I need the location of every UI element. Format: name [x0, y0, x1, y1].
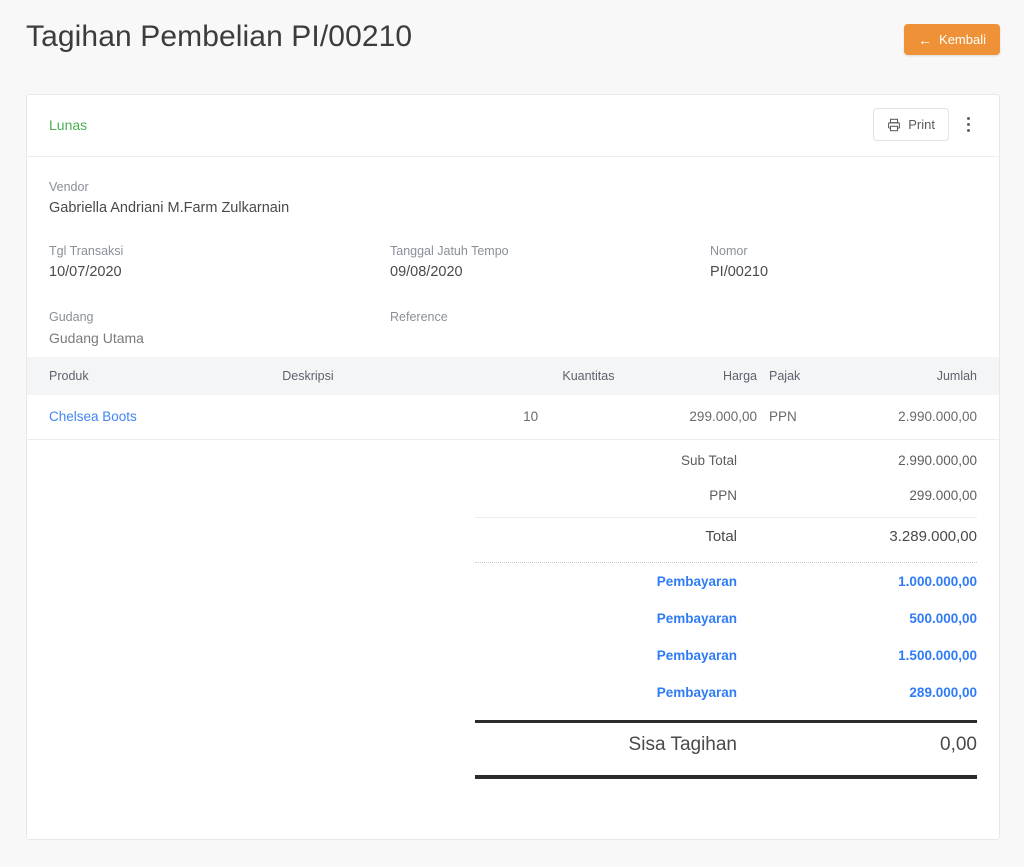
cell-pajak: PPN: [757, 395, 870, 440]
vendor-label: Vendor: [49, 180, 89, 194]
gudang-value: Gudang Utama: [49, 330, 144, 346]
info-row-dates: Tgl Transaksi 10/07/2020 Tanggal Jatuh T…: [49, 241, 977, 289]
back-button-label: Kembali: [939, 32, 986, 47]
kebab-dot: [966, 123, 970, 126]
page-header: Tagihan Pembelian PI/00210 ← Kembali: [0, 0, 1024, 86]
sisa-tagihan-label: Sisa Tagihan: [628, 734, 737, 755]
column-header-harga: Harga: [634, 357, 757, 395]
payment-value[interactable]: 500.000,00: [737, 611, 977, 626]
payment-value[interactable]: 289.000,00: [737, 685, 977, 700]
column-header-kuantitas: Kuantitas: [517, 357, 635, 395]
payment-row: Pembayaran 289.000,00: [27, 674, 999, 711]
total-label: Total: [705, 528, 737, 545]
ppn-row: PPN 299.000,00: [27, 479, 999, 511]
line-items-table: Produk Deskripsi Kuantitas Harga Pajak J…: [27, 357, 999, 440]
payment-label[interactable]: Pembayaran: [437, 648, 737, 663]
payment-value[interactable]: 1.500.000,00: [737, 648, 977, 663]
card-topbar: Lunas Print: [27, 95, 999, 157]
reference-label: Reference: [390, 310, 448, 324]
payment-row: Pembayaran 1.000.000,00: [27, 563, 999, 600]
status-badge: Lunas: [49, 117, 88, 133]
reference-field: Reference: [390, 307, 448, 327]
gudang-field: Gudang Gudang Utama: [49, 307, 144, 349]
kebab-dot: [966, 129, 970, 132]
invoice-info: Vendor Gabriella Andriani M.Farm Zulkarn…: [27, 157, 999, 353]
nomor-value: PI/00210: [710, 264, 769, 280]
column-header-jumlah: Jumlah: [869, 357, 999, 395]
cell-kuantitas: 10: [517, 395, 635, 440]
vendor-value: Gabriella Andriani M.Farm Zulkarnain: [49, 200, 290, 216]
column-header-pajak: Pajak: [757, 357, 870, 395]
print-button[interactable]: Print: [873, 108, 949, 141]
nomor-label: Nomor: [710, 244, 748, 258]
total-row: Total 3.289.000,00: [27, 518, 999, 555]
info-row-warehouse: Gudang Gudang Utama Reference: [49, 307, 977, 353]
topbar-actions: Print: [873, 108, 983, 141]
gudang-label: Gudang: [49, 310, 94, 324]
page-title: Tagihan Pembelian PI/00210: [26, 20, 413, 53]
print-button-label: Print: [908, 117, 935, 132]
subtotal-value: 2.990.000,00: [898, 453, 977, 468]
payment-label[interactable]: Pembayaran: [437, 611, 737, 626]
sisa-tagihan-value: 0,00: [940, 734, 977, 755]
line-items-header: Produk Deskripsi Kuantitas Harga Pajak J…: [27, 357, 999, 395]
payment-label[interactable]: Pembayaran: [437, 685, 737, 700]
sisa-bottom-divider: [475, 775, 977, 779]
jatuh-tempo-value: 09/08/2020: [390, 264, 463, 280]
tgl-transaksi-value: 10/07/2020: [49, 264, 122, 280]
cell-harga: 299.000,00: [634, 395, 757, 440]
table-row: Chelsea Boots 10 299.000,00 PPN 2.990.00…: [27, 395, 999, 440]
sisa-tagihan-row: Sisa Tagihan 0,00: [27, 723, 999, 767]
totals-section: Sub Total 2.990.000,00 PPN 299.000,00 To…: [27, 442, 999, 779]
line-items-body: Chelsea Boots 10 299.000,00 PPN 2.990.00…: [27, 395, 999, 440]
nomor-field: Nomor PI/00210: [710, 241, 768, 283]
tgl-transaksi-field: Tgl Transaksi 10/07/2020: [49, 241, 123, 283]
payment-label[interactable]: Pembayaran: [437, 574, 737, 589]
printer-icon: [887, 118, 901, 132]
payment-value[interactable]: 1.000.000,00: [737, 574, 977, 589]
cell-jumlah: 2.990.000,00: [869, 395, 999, 440]
ppn-label: PPN: [709, 487, 737, 503]
ppn-value: 299.000,00: [909, 487, 977, 503]
jatuh-tempo-field: Tanggal Jatuh Tempo 09/08/2020: [390, 241, 509, 283]
column-header-deskripsi: Deskripsi: [282, 357, 518, 395]
cell-deskripsi: [282, 395, 518, 440]
payment-row: Pembayaran 500.000,00: [27, 600, 999, 637]
product-link[interactable]: Chelsea Boots: [49, 409, 137, 424]
column-header-produk: Produk: [27, 357, 283, 395]
back-button[interactable]: ← Kembali: [904, 24, 1000, 55]
kebab-dot: [966, 117, 970, 120]
subtotal-label: Sub Total: [680, 453, 737, 468]
cell-produk: Chelsea Boots: [27, 395, 283, 440]
arrow-left-icon: ←: [918, 31, 933, 48]
table-header-row: Produk Deskripsi Kuantitas Harga Pajak J…: [27, 357, 999, 395]
jatuh-tempo-label: Tanggal Jatuh Tempo: [390, 244, 509, 258]
tgl-transaksi-label: Tgl Transaksi: [49, 244, 124, 258]
invoice-card: Lunas Print Vendor Gabriella Andriani M.…: [26, 94, 1000, 840]
subtotal-row: Sub Total 2.990.000,00: [27, 442, 999, 479]
total-value: 3.289.000,00: [889, 528, 977, 545]
kebab-menu-icon[interactable]: [953, 108, 983, 141]
invoice-detail-page: Tagihan Pembelian PI/00210 ← Kembali Lun…: [0, 0, 1024, 867]
payment-row: Pembayaran 1.500.000,00: [27, 637, 999, 674]
